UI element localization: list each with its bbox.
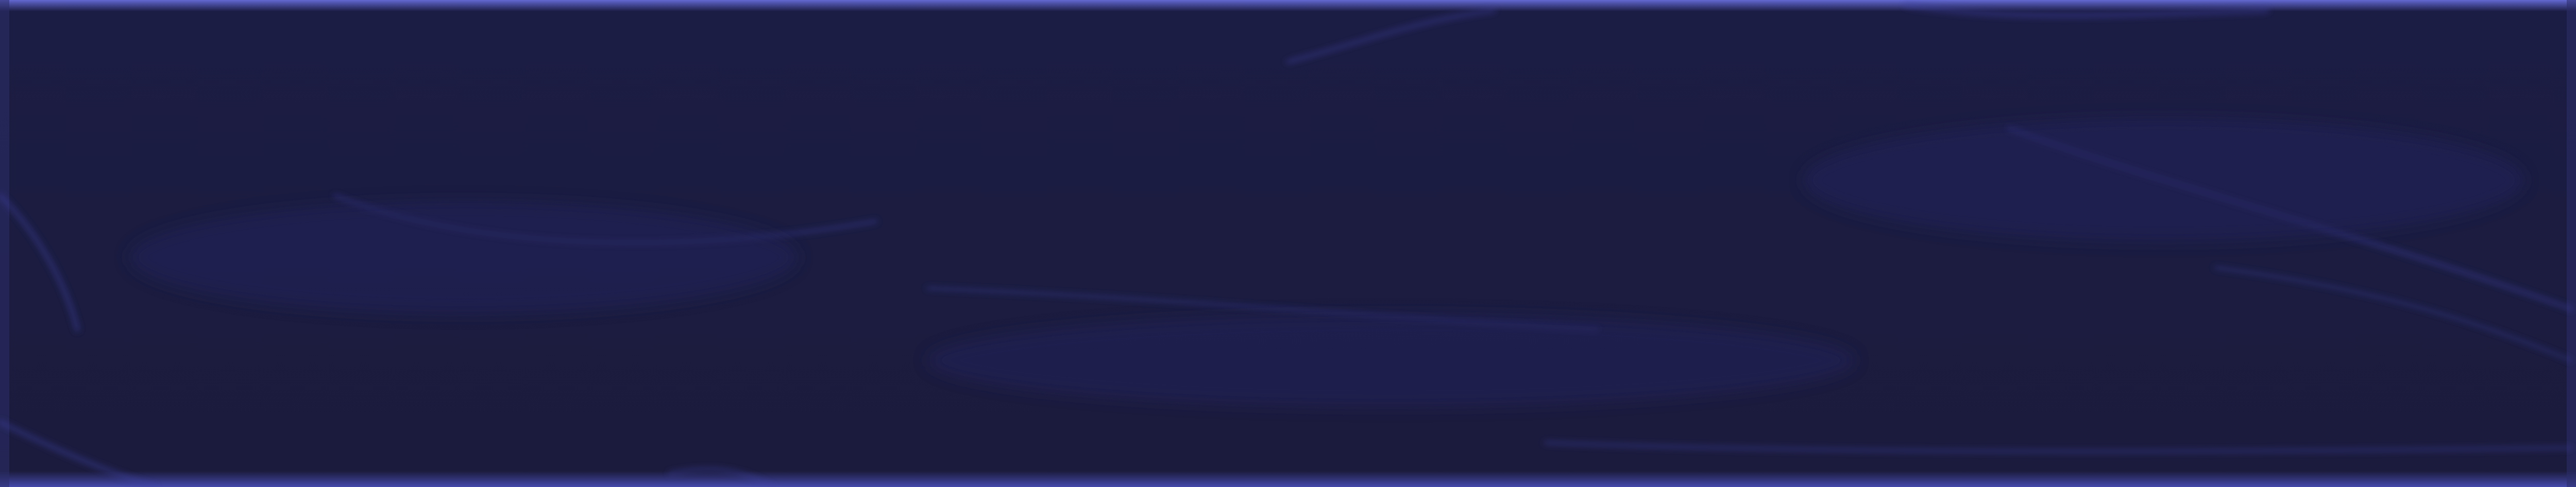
left-edge xyxy=(0,0,9,487)
glossy-navy-tile xyxy=(0,0,2576,487)
tile-surface xyxy=(0,0,2576,487)
bottom-edge-shade xyxy=(0,471,2576,487)
glow-patches xyxy=(129,118,2524,407)
top-edge-highlight xyxy=(0,0,2576,11)
right-edge xyxy=(2567,0,2576,487)
